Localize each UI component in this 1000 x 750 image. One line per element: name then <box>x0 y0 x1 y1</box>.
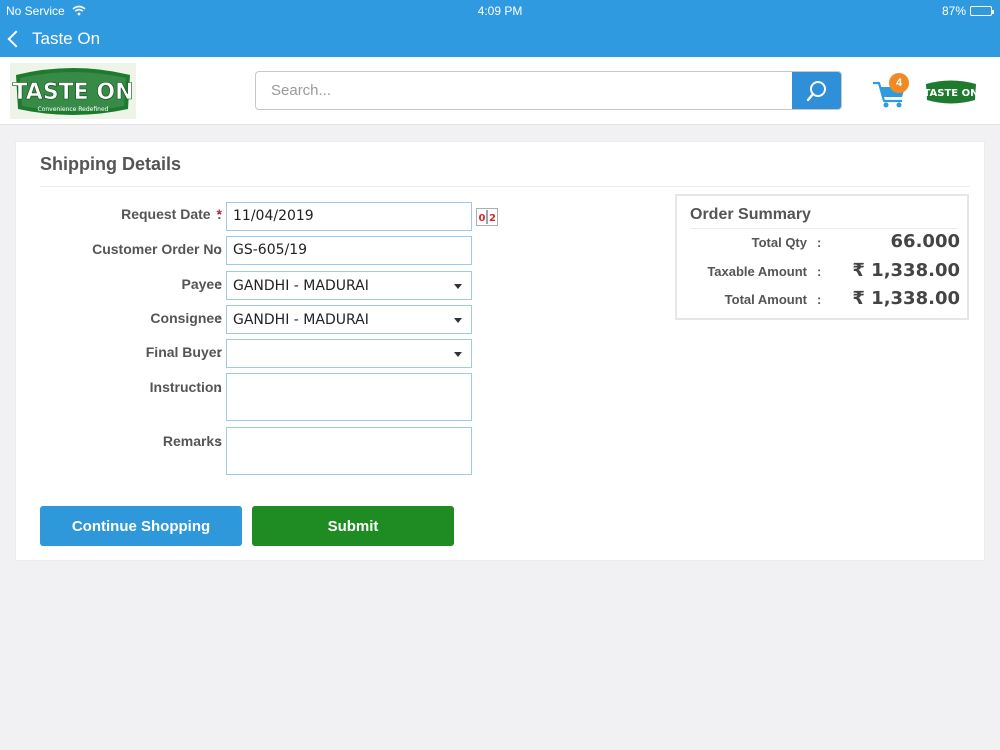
instruction-textarea[interactable] <box>226 373 472 421</box>
colon: : <box>217 241 222 257</box>
svg-text:2: 2 <box>489 213 496 224</box>
shipping-details-panel: Shipping Details Request Date * : 11/04/2… <box>15 141 985 561</box>
colon: : <box>217 433 222 449</box>
search-button[interactable] <box>792 72 841 109</box>
colon: : <box>217 344 222 360</box>
clock-time: 4:09 PM <box>477 4 523 18</box>
search-bar <box>255 71 842 110</box>
colon: : <box>217 206 222 222</box>
remarks-textarea[interactable] <box>226 427 472 475</box>
dropdown-arrow-icon[interactable] <box>454 284 462 289</box>
consignee-label: Consignee <box>150 310 222 326</box>
colon: : <box>817 264 822 279</box>
calendar-icon[interactable]: 0 2 <box>476 208 498 226</box>
colon: : <box>817 235 822 250</box>
remarks-label: Remarks <box>162 433 222 449</box>
total-qty-label: Total Qty <box>751 235 807 250</box>
top-bar: No Service 4:09 PM 87% Taste On <box>0 0 1000 57</box>
summary-row-total-qty: Total Qty : 66.000 <box>677 231 967 253</box>
total-qty-value: 66.000 <box>890 231 960 252</box>
back-navigation[interactable]: Taste On <box>6 29 100 49</box>
cart-count-badge[interactable]: 4 <box>889 73 909 93</box>
customer-order-field[interactable]: GS-605/19 <box>226 236 472 265</box>
customer-order-label: Customer Order No <box>92 241 222 257</box>
dropdown-arrow-icon[interactable] <box>454 352 462 357</box>
payee-value[interactable]: GANDHI - MADURAI <box>233 278 369 294</box>
taste-on-small-logo[interactable]: TASTE ON <box>924 77 978 107</box>
final-buyer-label: Final Buyer <box>145 344 222 360</box>
summary-row-total-amount: Total Amount : ₹ 1,338.00 <box>677 288 967 310</box>
page-title: Shipping Details <box>40 154 182 174</box>
consignee-select[interactable]: GANDHI - MADURAI <box>226 305 472 334</box>
total-amount-value: ₹ 1,338.00 <box>852 288 960 309</box>
continue-shopping-button[interactable]: Continue Shopping <box>40 506 242 546</box>
dropdown-arrow-icon[interactable] <box>454 318 462 323</box>
total-amount-label: Total Amount <box>724 292 807 307</box>
summary-row-taxable-amount: Taxable Amount : ₹ 1,338.00 <box>677 260 967 282</box>
colon: : <box>817 292 822 307</box>
final-buyer-select[interactable] <box>226 339 472 368</box>
battery-percent: 87% <box>941 4 966 18</box>
svg-text:TASTE ON: TASTE ON <box>924 88 978 99</box>
colon: : <box>217 276 222 292</box>
instruction-label: Instruction <box>149 379 222 395</box>
svg-text:Convenience Redefined: Convenience Redefined <box>38 106 109 113</box>
consignee-value[interactable]: GANDHI - MADURAI <box>233 312 369 328</box>
request-date-label-text: Request Date <box>121 206 211 222</box>
request-date-label: Request Date * <box>121 206 222 222</box>
taste-on-logo[interactable]: TASTE ON Convenience Redefined <box>10 63 136 119</box>
submit-button[interactable]: Submit <box>252 506 454 546</box>
divider <box>40 186 970 187</box>
order-summary-card: Order Summary Total Qty : 66.000 Taxable… <box>675 194 969 320</box>
colon: : <box>217 379 222 395</box>
svg-text:0: 0 <box>479 213 486 224</box>
request-date-field[interactable]: 11/04/2019 <box>226 202 472 231</box>
cart-button[interactable]: 4 <box>872 73 910 109</box>
status-bar: No Service 4:09 PM 87% <box>0 4 1000 20</box>
battery-icon <box>970 6 994 16</box>
svg-text:TASTE ON: TASTE ON <box>13 80 134 105</box>
search-input[interactable] <box>256 72 792 109</box>
chevron-left-icon[interactable] <box>7 30 25 48</box>
battery-status: 87% <box>941 4 994 18</box>
payee-label: Payee <box>181 276 222 292</box>
colon: : <box>217 310 222 326</box>
back-title[interactable]: Taste On <box>32 29 100 49</box>
search-icon[interactable] <box>805 79 829 103</box>
order-summary-title: Order Summary <box>690 206 811 223</box>
payee-select[interactable]: GANDHI - MADURAI <box>226 271 472 300</box>
taxable-amount-value: ₹ 1,338.00 <box>852 260 960 281</box>
app-header: TASTE ON Convenience Redefined 4 TASTE O… <box>0 57 1000 125</box>
taxable-amount-label: Taxable Amount <box>707 264 807 279</box>
divider <box>690 228 958 229</box>
